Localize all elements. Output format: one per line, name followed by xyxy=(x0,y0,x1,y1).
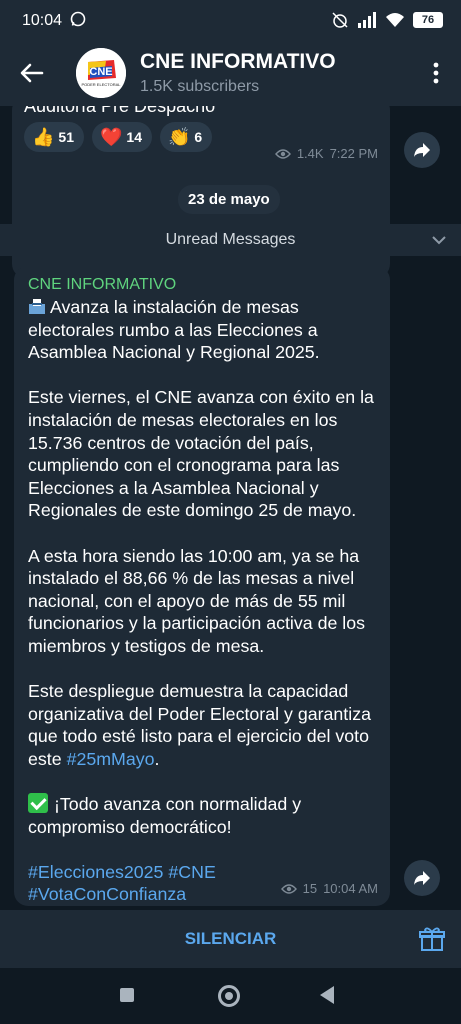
unread-messages-divider: Unread Messages xyxy=(0,224,461,256)
hashtag-link[interactable]: #25mMayo xyxy=(67,749,155,769)
share-button[interactable] xyxy=(404,132,440,168)
paragraph-1: Avanza la instalación de mesas electoral… xyxy=(28,296,384,364)
share-arrow-icon xyxy=(414,143,430,157)
message-body: Avanza la instalación de mesas electoral… xyxy=(28,296,384,906)
paragraph-5: ¡Todo avanza con normalidad y compromiso… xyxy=(28,793,384,838)
status-time: 10:04 xyxy=(22,12,63,29)
signal-icon xyxy=(358,12,376,28)
more-options-icon[interactable] xyxy=(433,62,439,84)
status-bar: 10:04 76 xyxy=(0,0,461,40)
channel-message-bubble: CNE INFORMATIVO Avanza la instalación de… xyxy=(14,266,390,906)
reaction-heart[interactable]: ❤️ 14 xyxy=(92,122,152,152)
gift-icon[interactable] xyxy=(419,926,445,952)
alarm-off-icon xyxy=(332,12,348,28)
message-meta: 1.4K 7:22 PM xyxy=(274,146,378,161)
hashtag-link[interactable]: #VotaConConfianza xyxy=(28,884,186,904)
logo-subtext: PODER ELECTORAL xyxy=(81,82,121,87)
home-button[interactable] xyxy=(218,985,240,1007)
battery-indicator: 76 xyxy=(413,12,443,28)
recents-button[interactable] xyxy=(120,988,134,1002)
chat-header: CNE PODER ELECTORAL CNE INFORMATIVO 1.5K… xyxy=(0,40,461,106)
ballot-box-icon xyxy=(29,299,45,314)
hashtag-link[interactable]: #Elecciones2025 #CNE xyxy=(28,862,216,882)
wifi-icon xyxy=(386,13,404,27)
paragraph-1-text: Avanza la instalación de mesas electoral… xyxy=(28,297,320,363)
message-meta: 15 10:04 AM xyxy=(280,881,378,896)
back-arrow-icon[interactable] xyxy=(18,59,46,87)
clap-icon: 👏 xyxy=(168,126,191,147)
chevron-down-icon[interactable] xyxy=(431,234,447,246)
message-time: 7:22 PM xyxy=(329,146,378,161)
message-author: CNE INFORMATIVO xyxy=(28,276,177,293)
reaction-count: 6 xyxy=(194,129,203,145)
paragraph-2: Este viernes, el CNE avanza con éxito en… xyxy=(28,387,374,521)
cne-logo-icon: CNE PODER ELECTORAL xyxy=(76,48,126,98)
reaction-count: 14 xyxy=(126,129,142,145)
view-count: 15 xyxy=(302,881,318,896)
paragraph-5-text: ¡Todo avanza con normalidad y compromiso… xyxy=(28,794,302,837)
message-text: Auditoría Pre Despacho xyxy=(24,106,216,116)
reaction-clap[interactable]: 👏 6 xyxy=(160,122,213,152)
system-back-button[interactable] xyxy=(320,986,334,1004)
reaction-count: 51 xyxy=(58,129,74,145)
share-arrow-icon xyxy=(414,871,430,885)
channel-avatar[interactable]: CNE PODER ELECTORAL xyxy=(76,48,126,98)
view-count: 1.4K xyxy=(296,146,324,161)
logo-text: CNE xyxy=(89,66,112,78)
subscriber-count: 1.5K subscribers xyxy=(140,78,260,95)
whatsapp-icon xyxy=(70,11,86,27)
mute-button[interactable]: SILENCIAR xyxy=(0,929,461,949)
chat-area[interactable]: Auditoría Pre Despacho 👍 51 ❤️ 14 👏 6 1.… xyxy=(0,106,461,910)
date-separator: 23 de mayo xyxy=(178,185,280,214)
channel-bottom-bar: SILENCIAR xyxy=(0,910,461,968)
channel-title[interactable]: CNE INFORMATIVO xyxy=(140,50,336,74)
paragraph-4: Este despliegue demuestra la capacidad o… xyxy=(28,680,384,770)
message-time: 10:04 AM xyxy=(323,881,378,896)
check-mark-icon xyxy=(28,793,48,814)
thumbs-up-icon: 👍 xyxy=(32,126,55,147)
reactions-bar: 👍 51 ❤️ 14 👏 6 xyxy=(24,122,213,152)
eye-icon xyxy=(280,883,297,894)
share-button[interactable] xyxy=(404,860,440,896)
battery-level: 76 xyxy=(421,14,435,26)
unread-label: Unread Messages xyxy=(165,231,296,248)
heart-icon: ❤️ xyxy=(100,126,123,147)
paragraph-4-end: . xyxy=(154,748,160,769)
system-nav-bar xyxy=(0,968,461,1024)
reaction-thumbs-up[interactable]: 👍 51 xyxy=(24,122,84,152)
paragraph-3: A esta hora siendo las 10:00 am, ya se h… xyxy=(28,545,366,656)
eye-icon xyxy=(274,148,291,159)
